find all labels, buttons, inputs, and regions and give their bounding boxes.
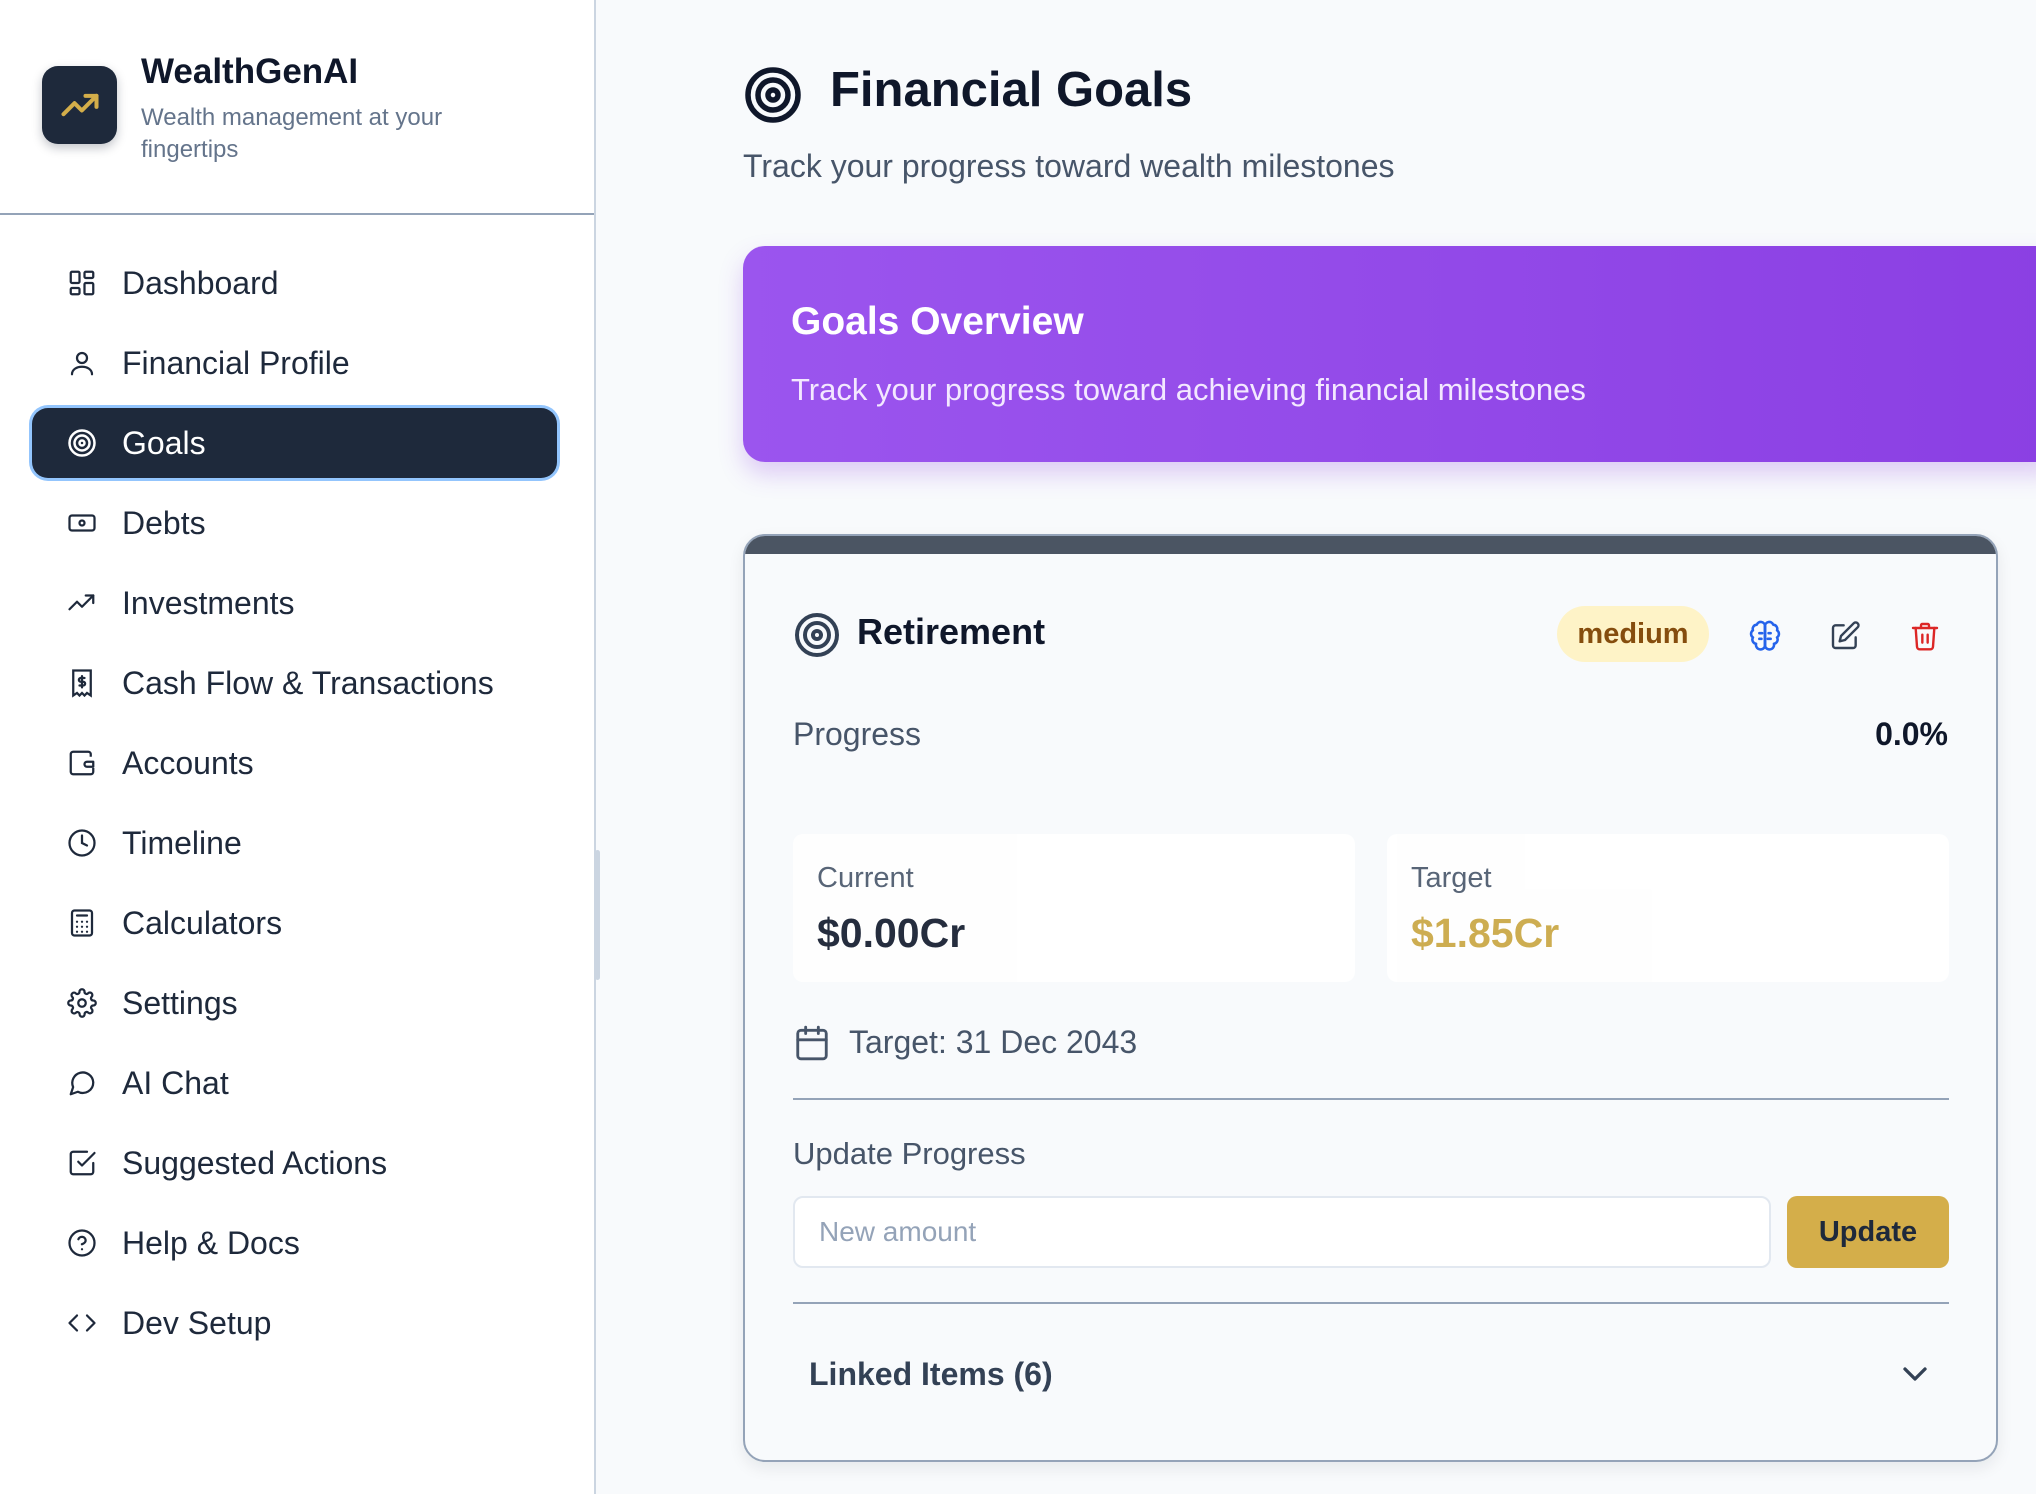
- divider: [793, 1302, 1949, 1304]
- brand-header: WealthGenAI Wealth management at your fi…: [0, 0, 594, 215]
- sidebar-item-investments[interactable]: Investments: [32, 568, 557, 638]
- brand-logo[interactable]: [42, 66, 117, 144]
- trending-up-icon: [60, 93, 99, 117]
- target-icon: [795, 613, 839, 657]
- edit-goal-button[interactable]: [1825, 616, 1865, 656]
- divider: [793, 1098, 1949, 1100]
- sidebar-item-dev-setup[interactable]: Dev Setup: [32, 1288, 557, 1358]
- sidebar-item-label: Financial Profile: [122, 344, 350, 381]
- help-circle-icon: [66, 1227, 98, 1259]
- chat-bubble-icon: [66, 1067, 98, 1099]
- code-icon: [66, 1307, 98, 1339]
- sidebar-item-help-docs[interactable]: Help & Docs: [32, 1208, 557, 1278]
- sidebar: WealthGenAI Wealth management at your fi…: [0, 0, 596, 1494]
- sidebar-item-label: Cash Flow & Transactions: [122, 664, 494, 701]
- sidebar-item-suggested-actions[interactable]: Suggested Actions: [32, 1128, 557, 1198]
- sidebar-item-cash-flow[interactable]: Cash Flow & Transactions: [32, 648, 557, 718]
- overview-title: Goals Overview: [791, 300, 1084, 343]
- chevron-down-icon[interactable]: [1895, 1354, 1935, 1394]
- trash-icon: [1911, 622, 1939, 651]
- calculator-icon: [66, 907, 98, 939]
- gear-icon: [66, 987, 98, 1019]
- sidebar-item-label: Calculators: [122, 904, 283, 941]
- sidebar-item-ai-chat[interactable]: AI Chat: [32, 1048, 557, 1118]
- sidebar-item-label: Settings: [122, 984, 238, 1021]
- sidebar-item-label: Help & Docs: [122, 1224, 300, 1261]
- trending-up-icon: [66, 587, 98, 619]
- receipt-icon: [66, 667, 98, 699]
- overview-subtitle: Track your progress toward achieving fin…: [791, 372, 1586, 407]
- calendar-icon: [796, 1025, 828, 1061]
- progress-label: Progress: [793, 716, 922, 752]
- sidebar-item-timeline[interactable]: Timeline: [32, 808, 557, 878]
- sidebar-item-settings[interactable]: Settings: [32, 968, 557, 1038]
- current-label: Current: [817, 862, 914, 894]
- target-icon: [745, 67, 801, 123]
- linked-items-toggle[interactable]: Linked Items (6): [809, 1356, 1053, 1393]
- brain-icon: [1749, 620, 1781, 651]
- wallet-icon: [66, 747, 98, 779]
- dashboard-grid-icon: [66, 267, 98, 299]
- clock-icon: [66, 827, 98, 859]
- goal-card: Retirement medium Progress 0.0% Current …: [743, 534, 1998, 1462]
- sidebar-item-financial-profile[interactable]: Financial Profile: [32, 328, 557, 398]
- sidebar-item-accounts[interactable]: Accounts: [32, 728, 557, 798]
- update-button[interactable]: Update: [1787, 1196, 1949, 1268]
- new-amount-input[interactable]: [793, 1196, 1771, 1268]
- edit-icon: [1831, 621, 1860, 650]
- progress-value: 0.0%: [1875, 716, 1948, 752]
- sidebar-item-label: Accounts: [122, 744, 254, 781]
- sidebar-item-label: Investments: [122, 584, 295, 621]
- priority-badge: medium: [1557, 606, 1709, 662]
- sidebar-item-label: Dev Setup: [122, 1304, 272, 1341]
- sidebar-item-debts[interactable]: Debts: [32, 488, 557, 558]
- sidebar-item-goals[interactable]: Goals: [32, 408, 557, 478]
- sidebar-item-label: Dashboard: [122, 264, 279, 301]
- user-icon: [66, 347, 98, 379]
- sidebar-item-label: Debts: [122, 504, 206, 541]
- target-label: Target: [1411, 862, 1492, 894]
- sidebar-item-label: Timeline: [122, 824, 242, 861]
- brand-subtitle: Wealth management at your fingertips: [141, 104, 443, 163]
- page-subtitle: Track your progress toward wealth milest…: [743, 148, 1395, 184]
- check-square-icon: [66, 1147, 98, 1179]
- page-title: Financial Goals: [830, 63, 1193, 117]
- banknote-icon: [66, 507, 98, 539]
- sidebar-item-label: AI Chat: [122, 1064, 229, 1101]
- sidebar-item-dashboard[interactable]: Dashboard: [32, 248, 557, 318]
- update-progress-label: Update Progress: [793, 1136, 1026, 1171]
- sidebar-item-label: Suggested Actions: [122, 1144, 388, 1181]
- delete-goal-button[interactable]: [1905, 616, 1945, 656]
- target-value: $1.85Cr: [1411, 910, 1560, 956]
- target-icon: [66, 427, 98, 459]
- current-amount-box: Current $0.00Cr: [793, 834, 1355, 982]
- goal-card-accent-bar: [745, 536, 1996, 554]
- target-amount-box: Target $1.85Cr: [1387, 834, 1949, 982]
- goal-name: Retirement: [857, 611, 1046, 652]
- main-content: Financial Goals Track your progress towa…: [598, 0, 2036, 1494]
- sidebar-item-label: Goals: [122, 424, 206, 461]
- sidebar-item-calculators[interactable]: Calculators: [32, 888, 557, 958]
- current-value: $0.00Cr: [817, 910, 966, 956]
- target-date: Target: 31 Dec 2043: [849, 1024, 1138, 1060]
- ai-insight-button[interactable]: [1745, 616, 1785, 656]
- brand-title: WealthGenAI: [141, 52, 359, 91]
- goals-overview-banner: Goals Overview Track your progress towar…: [743, 246, 2036, 462]
